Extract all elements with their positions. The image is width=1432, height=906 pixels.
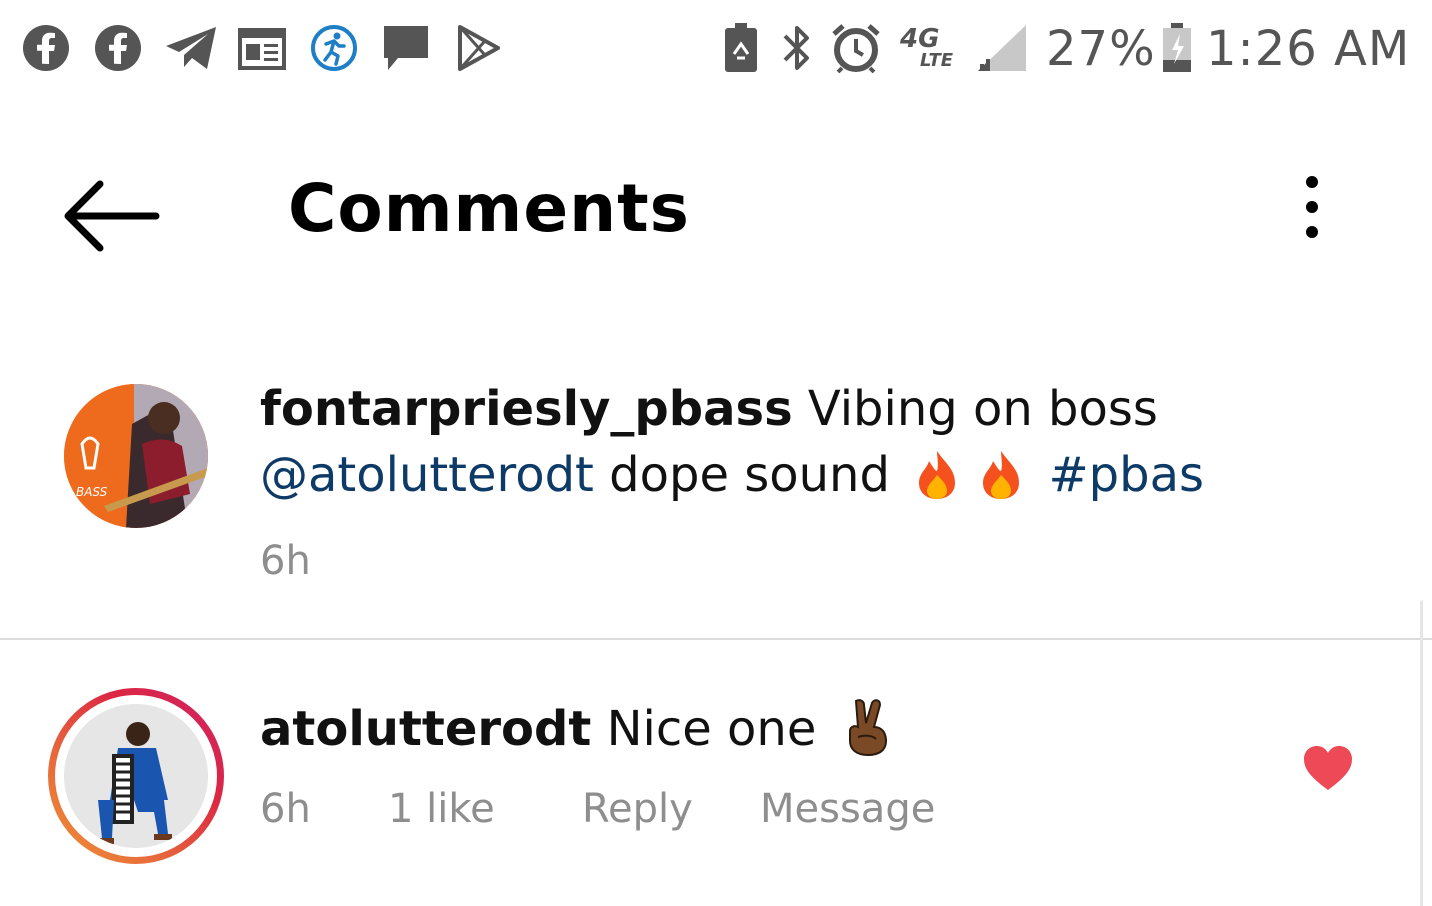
avatar-story-ring[interactable] [48,688,224,864]
comment-meta: 6h 1 like Reply Message [260,786,1060,846]
like-button[interactable] [1302,744,1354,792]
page-title: Comments [288,170,690,247]
comment-text: Nice one [606,701,817,757]
comment-item: BASS fontarpriesly_pbass Vibing on boss … [0,370,1432,630]
battery-percent: 27% [1046,21,1156,77]
comment-item: atolutterodt Nice one 6h 1 like Reply Me… [0,686,1432,906]
hashtag-link[interactable]: #pbas [1048,447,1204,503]
mention-link[interactable]: @atolutterodt [260,447,594,503]
battery-icon [1160,22,1194,74]
telegram-icon [164,22,218,74]
comment-time: 6h [260,538,311,584]
status-bar: 4G LTE 27% 1:26 AM [0,0,1432,100]
scroll-edge [1420,600,1423,906]
comment-text-continued: dope sound [609,447,890,503]
likes-count[interactable]: 1 like [388,786,495,832]
alarm-icon [830,22,882,74]
bluetooth-icon [778,22,816,74]
comment-body: atolutterodt Nice one [260,696,894,762]
network-sub-label: LTE [920,50,954,71]
reply-button[interactable]: Reply [582,786,693,832]
fire-emoji-icon [979,449,1023,501]
play-store-icon [454,22,502,74]
comment-time: 6h [260,786,311,832]
more-options-button[interactable] [1290,174,1334,244]
heart-icon [1304,746,1352,790]
fire-emoji-icon [915,449,959,501]
comment-text: Vibing on boss [807,381,1158,437]
battery-saver-icon [722,22,760,74]
more-vertical-icon [1306,176,1318,238]
arrow-left-icon [64,180,160,252]
4g-lte-icon: 4G LTE [900,22,960,74]
facebook-icon [94,22,142,74]
facebook-icon [22,22,70,74]
victory-hand-emoji-icon [842,697,894,757]
network-label: 4G [900,24,940,54]
back-button[interactable] [60,178,164,254]
fitness-app-icon [310,22,358,74]
svg-text:BASS: BASS [76,485,108,499]
message-button[interactable]: Message [760,786,935,832]
comment-username[interactable]: fontarpriesly_pbass [260,381,793,437]
app-header: Comments [0,130,1432,300]
comment-username[interactable]: atolutterodt [260,701,591,757]
message-icon [380,22,432,74]
comment-divider [0,638,1432,640]
comment-body: fontarpriesly_pbass Vibing on boss @atol… [260,376,1260,508]
avatar [64,704,208,848]
news-icon [238,22,286,74]
avatar[interactable]: BASS [64,384,208,528]
clock: 1:26 AM [1206,21,1411,77]
signal-icon [976,22,1028,74]
